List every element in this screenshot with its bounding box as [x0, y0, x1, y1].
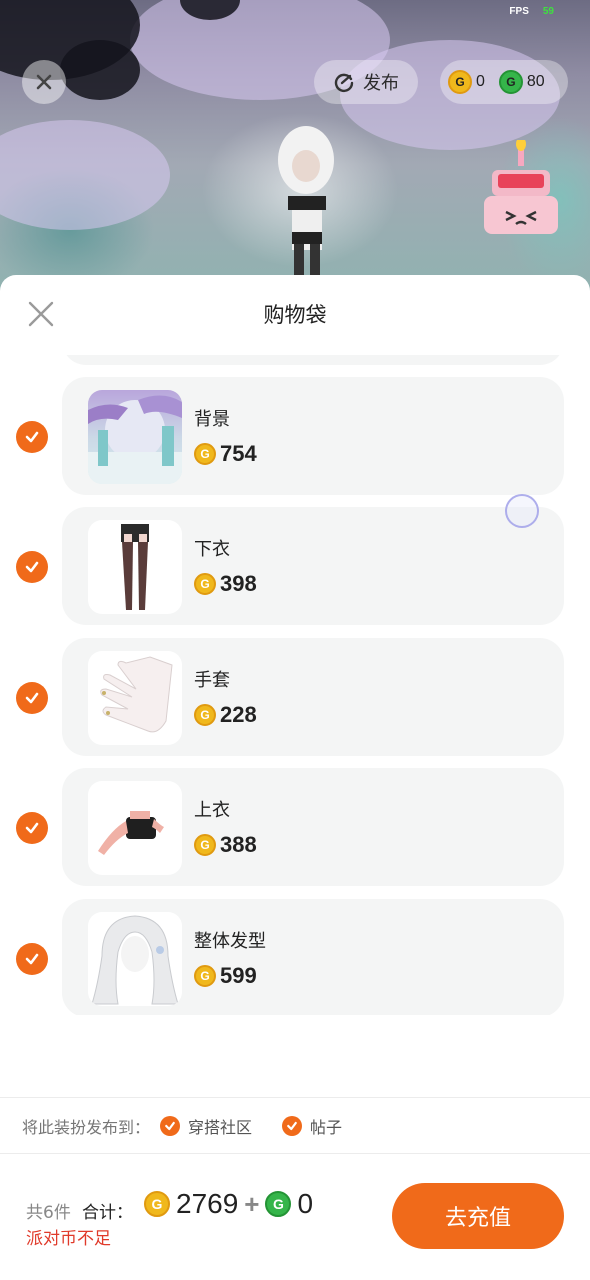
publish-button[interactable]: 发布	[314, 60, 418, 104]
item-price: G 599	[194, 963, 257, 989]
avatar-character	[278, 126, 334, 280]
gold-coin-icon: G	[194, 965, 216, 987]
gold-coin-balance: 0	[476, 73, 485, 90]
list-item	[62, 355, 564, 365]
checkmark-icon	[25, 431, 39, 443]
recharge-button[interactable]: 去充值	[392, 1183, 564, 1249]
item-checkbox[interactable]	[16, 551, 48, 583]
total-values: G 2769 + G 0	[144, 1188, 313, 1220]
item-count: 共6件	[26, 1203, 71, 1223]
price-value: 599	[220, 963, 257, 988]
item-price: G 754	[194, 441, 257, 467]
item-name: 下衣	[194, 539, 230, 560]
price-value: 398	[220, 571, 257, 596]
item-price: G 398	[194, 571, 257, 597]
tree-foliage	[60, 40, 140, 100]
list-item[interactable]: 手套 G 228	[62, 638, 564, 756]
item-checkbox[interactable]	[16, 682, 48, 714]
hairstyle-thumbnail	[88, 912, 182, 1006]
publish-target-row: 将此装扮发布到： 穿搭社区 帖子	[22, 1114, 342, 1138]
list-item[interactable]: 上衣 G 388	[62, 768, 564, 886]
currency-balance[interactable]: G 0 G 80	[440, 60, 568, 104]
checkmark-icon	[25, 692, 39, 704]
checkout-footer: 共6件 合计： G 2769 + G 0 派对币不足 去充值	[0, 1158, 590, 1280]
green-total: 0	[297, 1188, 314, 1219]
publish-option-label: 帖子	[310, 1118, 343, 1137]
fps-value: 59	[542, 6, 554, 17]
checkmark-icon	[25, 822, 39, 834]
publish-option-label: 穿搭社区	[188, 1118, 253, 1137]
gold-coin-icon: G	[194, 443, 216, 465]
price-value: 228	[220, 702, 257, 727]
divider	[0, 1153, 590, 1154]
game-scene-background: FPS 59 发布 G 0 G 80	[0, 0, 590, 300]
publish-option-post[interactable]: 帖子	[282, 1114, 342, 1138]
green-coin-balance: 80	[526, 73, 545, 90]
list-item[interactable]: 下衣 G 398	[62, 507, 564, 625]
scene-close-button[interactable]	[22, 60, 66, 104]
checkmark-icon	[25, 953, 39, 965]
divider	[0, 1097, 590, 1098]
glove-thumbnail	[88, 651, 182, 745]
list-item[interactable]: 整体发型 G 599	[62, 899, 564, 1015]
list-item[interactable]: 背景 G 754	[62, 377, 564, 495]
blossom-cloud	[0, 120, 170, 230]
item-checkbox[interactable]	[16, 943, 48, 975]
checkmark-icon	[282, 1116, 303, 1136]
item-name: 手套	[194, 670, 230, 691]
stockings-thumbnail	[88, 520, 182, 614]
item-price: G 388	[194, 832, 257, 858]
publish-option-community[interactable]: 穿搭社区	[160, 1114, 252, 1138]
touch-indicator	[505, 494, 539, 528]
top-thumbnail	[88, 781, 182, 875]
price-value: 754	[220, 441, 257, 466]
total-label: 合计：	[82, 1203, 133, 1223]
plus-sign: +	[244, 1188, 260, 1219]
item-name: 背景	[194, 409, 230, 430]
green-coin-icon: G	[498, 70, 523, 94]
fps-counter: FPS 59	[509, 6, 554, 17]
item-checkbox[interactable]	[16, 421, 48, 453]
publish-icon	[334, 73, 354, 93]
green-coin-icon: G	[265, 1191, 292, 1217]
insufficient-warning: 派对币不足	[26, 1229, 111, 1249]
gold-coin-icon: G	[194, 834, 216, 856]
sheet-title: 购物袋	[263, 303, 327, 327]
checkmark-icon	[160, 1116, 181, 1136]
cart-item-list[interactable]: 背景 G 754 下衣 G 398 手套 G 228 上衣 G 388 整体发型…	[0, 355, 590, 1015]
checkmark-icon	[25, 561, 39, 573]
publish-label: 发布	[363, 73, 399, 94]
item-price: G 228	[194, 702, 257, 728]
background-scene-thumbnail	[88, 390, 182, 484]
gold-coin-icon: G	[448, 70, 472, 94]
gold-total: 2769	[176, 1188, 239, 1219]
publish-target-label: 将此装扮发布到：	[22, 1118, 151, 1137]
anniversary-cake-icon[interactable]	[478, 140, 564, 240]
item-name: 上衣	[194, 800, 230, 821]
gold-coin-icon: G	[194, 573, 216, 595]
gold-coin-icon: G	[144, 1191, 170, 1217]
fps-label: FPS	[509, 6, 529, 17]
item-name: 整体发型	[194, 931, 266, 952]
gold-coin-icon: G	[194, 704, 216, 726]
price-value: 388	[220, 832, 257, 857]
close-icon	[36, 74, 52, 90]
item-checkbox[interactable]	[16, 812, 48, 844]
